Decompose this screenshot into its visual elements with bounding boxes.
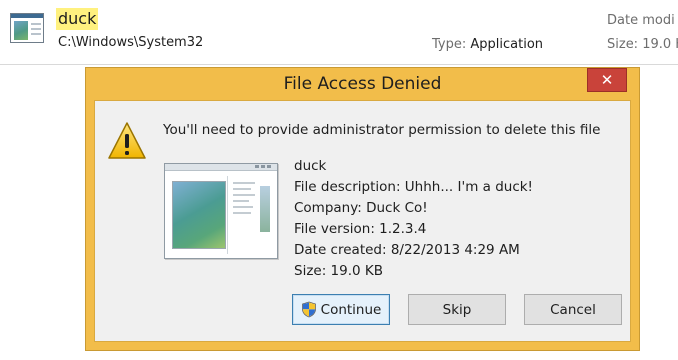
skip-label: Skip (442, 301, 472, 318)
uac-shield-icon (301, 301, 316, 318)
file-size: Size: 19.0 KB (294, 263, 384, 279)
file-access-denied-dialog: File Access Denied ✕ You'll need to prov… (85, 67, 640, 351)
skip-button[interactable]: Skip (408, 294, 506, 325)
search-result-row[interactable]: duck C:\Windows\System32 Type: Applicati… (0, 0, 678, 65)
permission-message: You'll need to provide administrator per… (163, 122, 601, 138)
result-type-label: Type: (432, 37, 471, 52)
dialog-title: File Access Denied (283, 74, 442, 94)
warning-icon (108, 122, 146, 159)
result-type-value: Application (470, 37, 544, 52)
file-name: duck (294, 158, 327, 174)
file-details: duck File description: Uhhh... I'm a duc… (294, 156, 533, 282)
close-button[interactable]: ✕ (587, 68, 627, 92)
result-size: Size: 19.0 K (607, 37, 678, 52)
file-company: Company: Duck Co! (294, 200, 428, 216)
continue-label: Continue (320, 301, 382, 318)
continue-button[interactable]: Continue (292, 294, 390, 325)
file-version: File version: 1.2.3.4 (294, 221, 427, 237)
result-file-name: duck (56, 8, 99, 30)
result-date-modified: Date modi (607, 13, 675, 28)
file-description: File description: Uhhh... I'm a duck! (294, 179, 533, 195)
close-icon: ✕ (600, 71, 614, 89)
file-preview-thumbnail (164, 163, 278, 259)
cancel-button[interactable]: Cancel (524, 294, 622, 325)
result-file-path: C:\Windows\System32 (58, 35, 204, 50)
cancel-label: Cancel (550, 301, 596, 318)
application-file-icon (10, 13, 44, 43)
file-date-created: Date created: 8/22/2013 4:29 AM (294, 242, 520, 258)
dialog-body: You'll need to provide administrator per… (94, 100, 631, 342)
result-type: Type: Application (432, 37, 543, 52)
